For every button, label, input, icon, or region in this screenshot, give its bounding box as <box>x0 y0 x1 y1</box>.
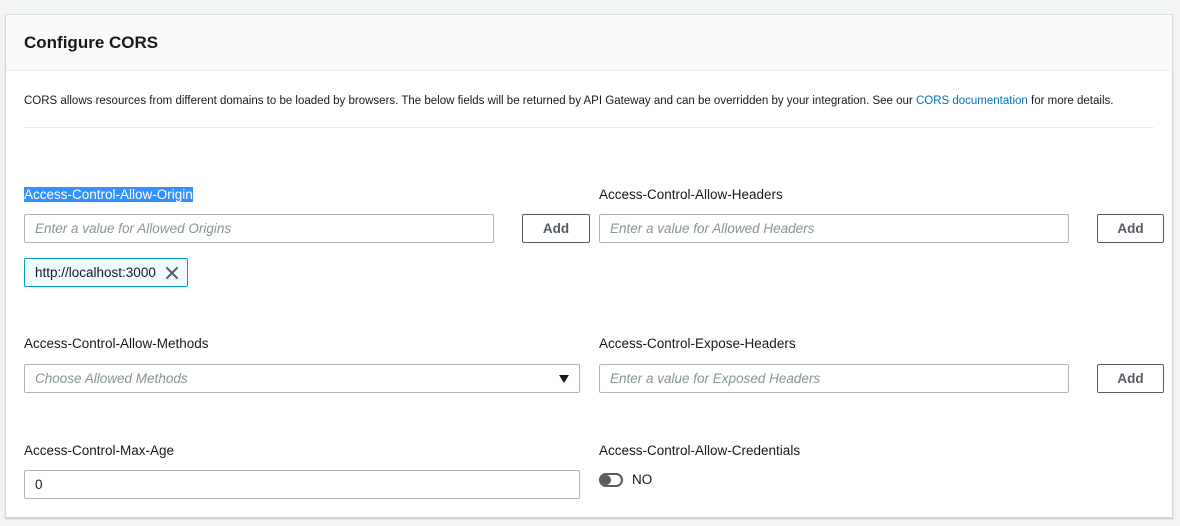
allow-origin-add-button[interactable]: Add <box>522 214 590 243</box>
allow-origin-label: Access-Control-Allow-Origin <box>24 187 193 202</box>
allow-origin-label-text: Access-Control-Allow-Origin <box>24 187 193 202</box>
expose-headers-placeholder: Enter a value for Exposed Headers <box>610 371 821 386</box>
toggle-knob <box>601 475 611 485</box>
panel-header: Configure CORS <box>6 15 1172 71</box>
allow-methods-placeholder: Choose Allowed Methods <box>35 371 188 386</box>
description-text-end: for more details. <box>1027 95 1114 107</box>
allow-credentials-label: Access-Control-Allow-Credentials <box>599 443 801 458</box>
allow-methods-label: Access-Control-Allow-Methods <box>24 336 209 351</box>
allow-credentials-state: NO <box>632 472 653 487</box>
allow-headers-placeholder: Enter a value for Allowed Headers <box>610 221 815 236</box>
allow-origin-placeholder: Enter a value for Allowed Origins <box>35 221 232 236</box>
cors-documentation-link[interactable]: CORS documentation <box>916 95 1028 107</box>
expose-headers-add-button[interactable]: Add <box>1097 364 1164 393</box>
max-age-input[interactable]: 0 <box>24 470 580 499</box>
allow-headers-input[interactable]: Enter a value for Allowed Headers <box>599 214 1069 243</box>
divider <box>24 127 1154 128</box>
origin-token: http://localhost:3000 <box>24 258 188 287</box>
remove-token-icon[interactable] <box>165 266 179 280</box>
configure-cors-panel: Configure CORS CORS allows resources fro… <box>5 14 1173 518</box>
allow-credentials-toggle[interactable] <box>599 473 623 487</box>
max-age-label: Access-Control-Max-Age <box>24 443 175 458</box>
origin-token-label: http://localhost:3000 <box>35 265 156 280</box>
dropdown-caret-icon <box>559 375 569 383</box>
description-text: CORS allows resources from different dom… <box>24 95 916 107</box>
cors-description: CORS allows resources from different dom… <box>24 95 1113 107</box>
panel-title: Configure CORS <box>24 32 159 52</box>
allow-headers-label: Access-Control-Allow-Headers <box>599 187 783 202</box>
max-age-value: 0 <box>35 477 43 492</box>
allow-methods-select[interactable]: Choose Allowed Methods <box>24 364 580 393</box>
allow-origin-input[interactable]: Enter a value for Allowed Origins <box>24 214 494 243</box>
expose-headers-input[interactable]: Enter a value for Exposed Headers <box>599 364 1069 393</box>
allow-headers-add-button[interactable]: Add <box>1097 214 1164 243</box>
expose-headers-label: Access-Control-Expose-Headers <box>599 336 796 351</box>
